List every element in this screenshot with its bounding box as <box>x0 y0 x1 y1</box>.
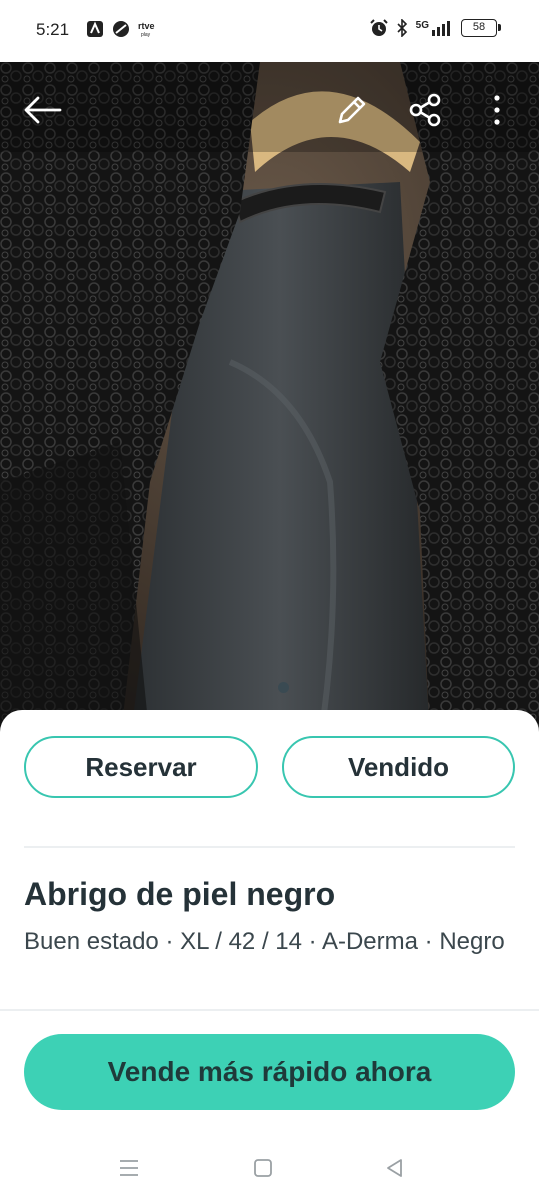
divider <box>0 1009 539 1011</box>
status-bar: 5:21 rtve play 5G 58 <box>0 0 539 62</box>
more-vertical-icon <box>494 95 500 125</box>
share-button[interactable] <box>403 88 447 132</box>
rtve-play-icon: rtve play <box>138 21 155 38</box>
network-type: 5G <box>415 20 429 31</box>
product-sheet: Reservar Vendido Abrigo de piel negro Bu… <box>0 710 539 1200</box>
navigation-bar <box>0 1132 539 1200</box>
arrow-left-icon <box>24 96 62 124</box>
back-button[interactable] <box>20 88 64 132</box>
product-photo-image <box>0 62 539 742</box>
bluetooth-icon <box>397 19 407 37</box>
product-title: Abrigo de piel negro <box>24 876 336 912</box>
svg-text:play: play <box>141 32 151 38</box>
pencil-icon <box>338 96 366 124</box>
svg-text:rtve: rtve <box>138 21 155 31</box>
notification-icons: rtve play <box>86 20 160 38</box>
battery-icon: 58 <box>461 19 501 37</box>
no-disturb-icon <box>113 21 129 37</box>
system-icons: 5G 58 <box>369 19 501 37</box>
signal-icon: 5G <box>416 20 453 36</box>
pager-dot-active <box>278 682 289 693</box>
sold-button[interactable]: Vendido <box>282 736 515 798</box>
status-time: 5:21 <box>36 20 70 39</box>
more-options-button[interactable] <box>475 88 519 132</box>
edit-button[interactable] <box>330 88 374 132</box>
home-square-icon <box>254 1159 272 1177</box>
maps-icon <box>87 21 103 37</box>
sell-faster-button[interactable]: Vende más rápido ahora <box>24 1034 515 1110</box>
divider <box>24 846 515 848</box>
product-details: Buen estado · XL / 42 / 14 · A-Derma · N… <box>24 928 505 955</box>
share-icon <box>409 93 441 127</box>
battery-level: 58 <box>472 21 486 33</box>
back-triangle-icon <box>387 1159 402 1177</box>
product-photo[interactable] <box>0 62 539 742</box>
menu-icon <box>120 1160 138 1176</box>
reserve-button[interactable]: Reservar <box>24 736 258 798</box>
system-back-button[interactable] <box>375 1154 415 1182</box>
recent-apps-button[interactable] <box>109 1154 149 1182</box>
alarm-icon <box>369 19 388 36</box>
top-action-bar <box>0 80 539 140</box>
home-button[interactable] <box>243 1154 283 1182</box>
